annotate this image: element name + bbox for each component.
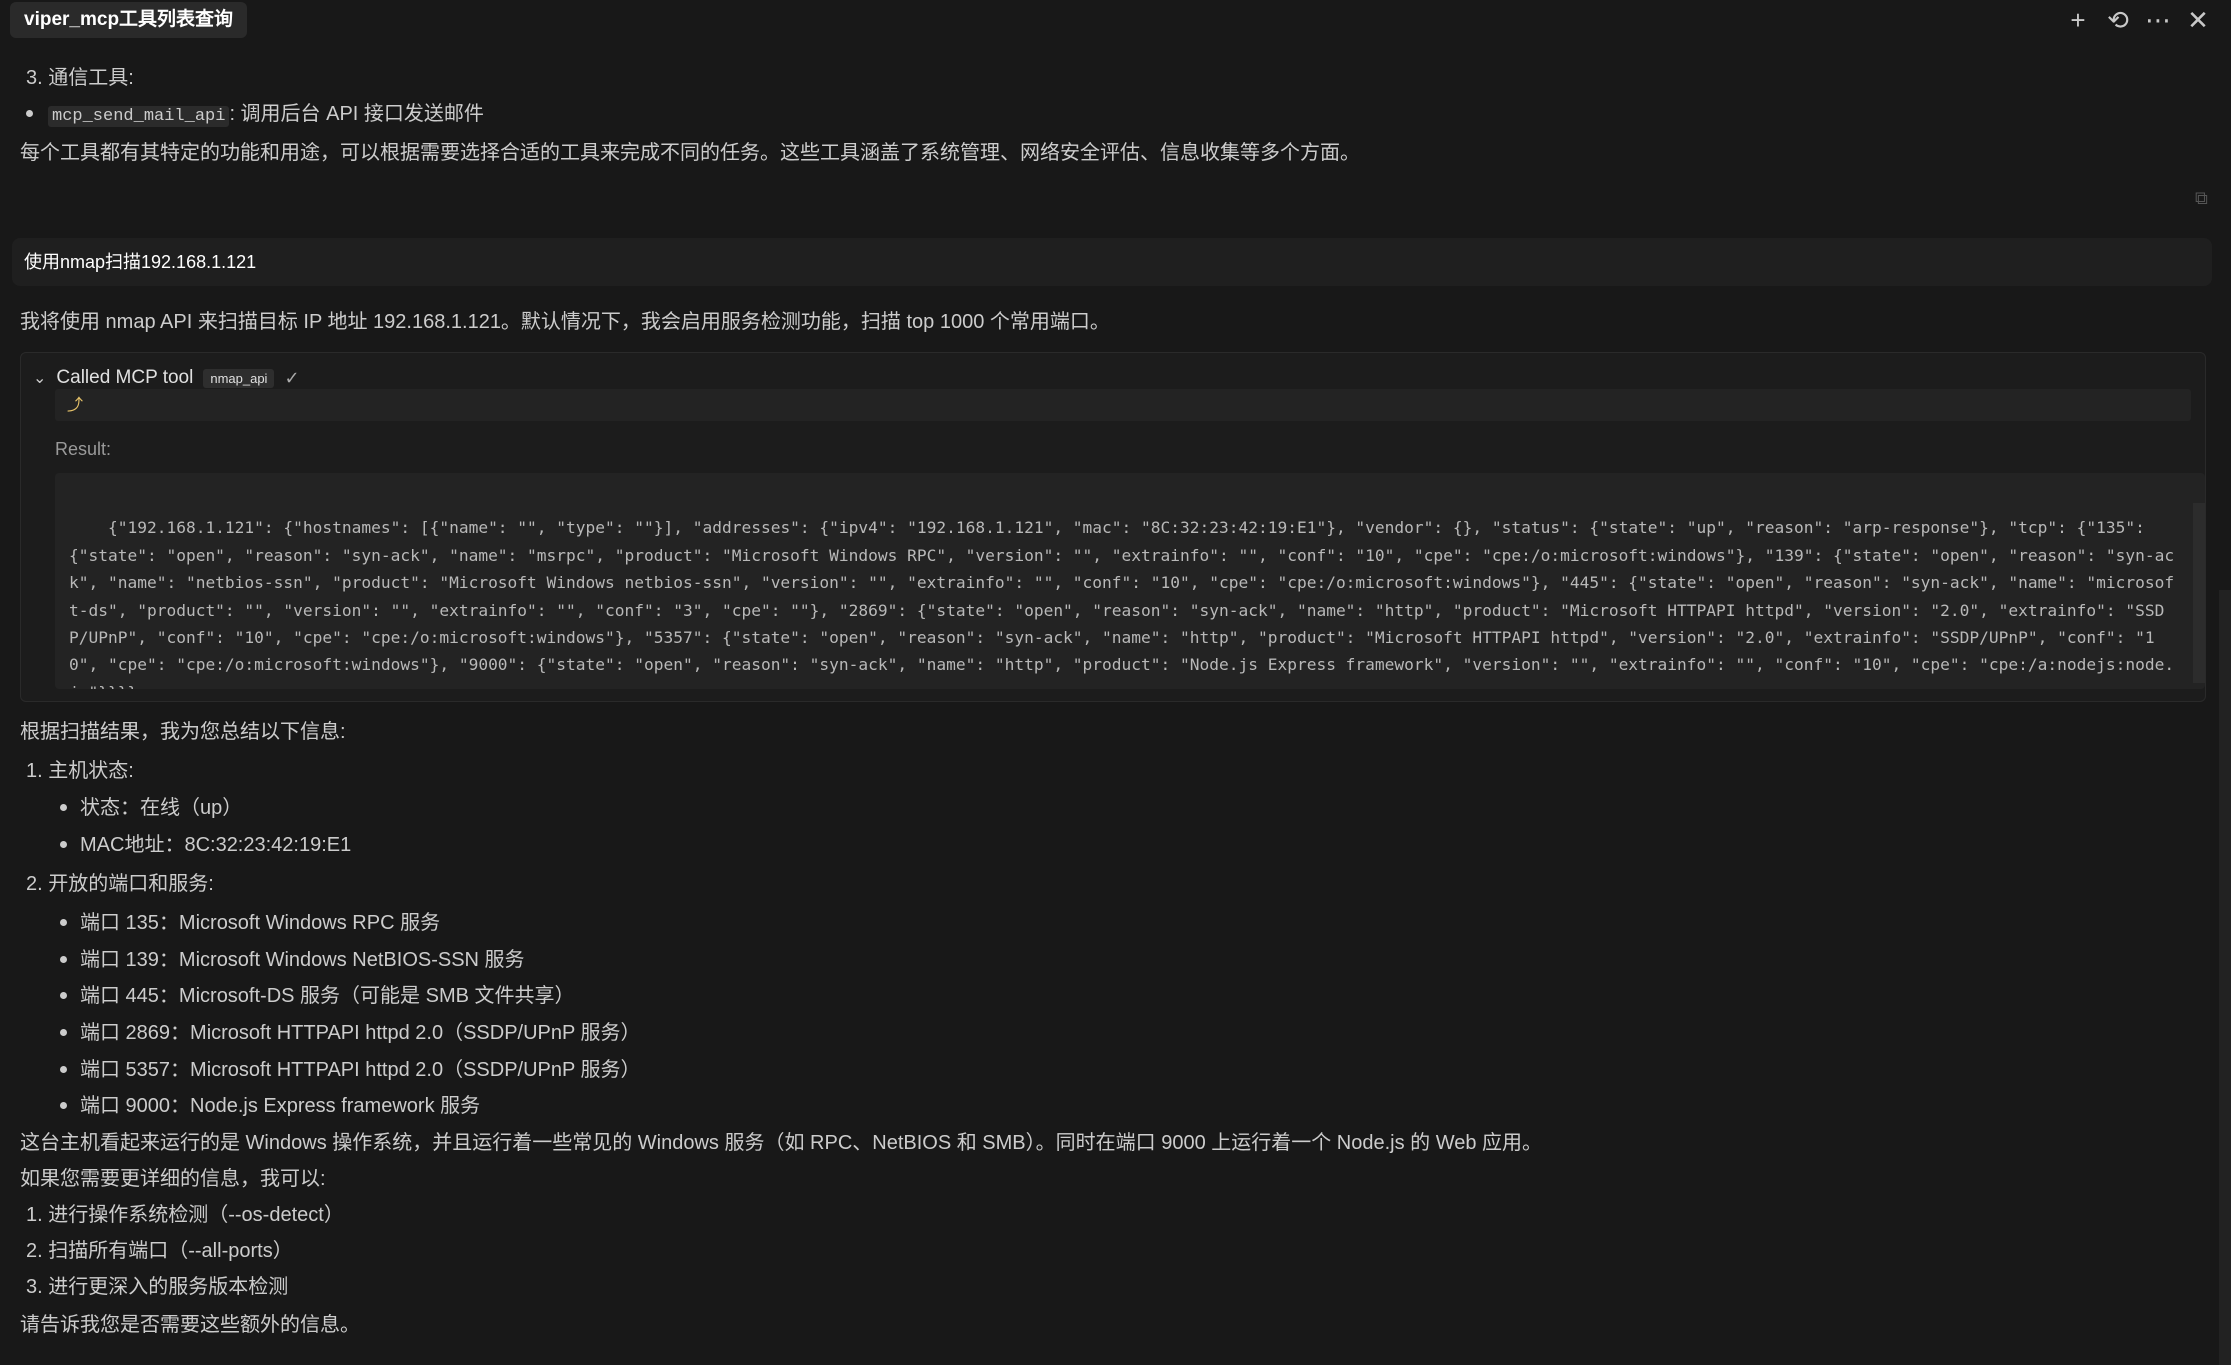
list-item: 端口 5357：Microsoft HTTPAPI httpd 2.0（SSDP…	[20, 1052, 2210, 1089]
chat-title-tab[interactable]: viper_mcp工具列表查询	[10, 2, 248, 38]
tool-call-label: Called MCP tool	[56, 367, 194, 388]
title-actions: + ⟲ ⋯ ✕	[2065, 4, 2211, 36]
user-message: 使用nmap扫描192.168.1.121	[12, 238, 2212, 286]
paragraph: 每个工具都有其特定的功能和用途，可以根据需要选择合适的工具来完成不同的任务。这些…	[20, 142, 1360, 164]
close-icon[interactable]: ✕	[2185, 4, 2211, 36]
tool-description: : 调用后台 API 接口发送邮件	[229, 103, 484, 125]
list-item: MAC地址：8C:32:23:42:19:E1	[20, 827, 2210, 864]
list-item: 端口 9000：Node.js Express framework 服务	[20, 1088, 2210, 1125]
paragraph: 如果您需要更详细的信息，我可以:	[20, 1167, 326, 1190]
list-item: 端口 135：Microsoft Windows RPC 服务	[20, 905, 2210, 942]
page-scrollbar[interactable]	[2219, 590, 2231, 1365]
paragraph: 我将使用 nmap API 来扫描目标 IP 地址 192.168.1.121。…	[20, 311, 1110, 333]
chat-content: 3. 通信工具: mcp_send_mail_api: 调用后台 API 接口发…	[20, 60, 2210, 171]
copy-icon[interactable]: ⧉	[2195, 188, 2215, 208]
title-bar: viper_mcp工具列表查询 + ⟲ ⋯ ✕	[0, 0, 2231, 40]
result-text: {"192.168.1.121": {"hostnames": [{"name"…	[69, 518, 2175, 689]
result-output: {"192.168.1.121": {"hostnames": [{"name"…	[55, 473, 2205, 689]
tool-params[interactable]: ⤴	[55, 389, 2191, 421]
list-item: 端口 139：Microsoft Windows NetBIOS-SSN 服务	[20, 942, 2210, 979]
plus-icon[interactable]: +	[2065, 4, 2091, 36]
assistant-intro-block: 我将使用 nmap API 来扫描目标 IP 地址 192.168.1.121。…	[20, 304, 2210, 340]
list-item: 端口 445：Microsoft-DS 服务（可能是 SMB 文件共享）	[20, 978, 2210, 1015]
list-item: 端口 2869：Microsoft HTTPAPI httpd 2.0（SSDP…	[20, 1015, 2210, 1052]
inline-code: mcp_send_mail_api	[48, 106, 230, 127]
more-icon[interactable]: ⋯	[2145, 4, 2171, 36]
history-icon[interactable]: ⟲	[2105, 4, 2131, 36]
list-item: 2. 开放的端口和服务:	[26, 873, 214, 896]
chevron-down-icon[interactable]: ⌄	[33, 368, 46, 388]
paragraph: 这台主机看起来运行的是 Windows 操作系统，并且运行着一些常见的 Wind…	[20, 1131, 1543, 1154]
list-item: mcp_send_mail_api: 调用后台 API 接口发送邮件	[20, 96, 2210, 135]
params-toggle-icon: ⤴	[67, 397, 84, 414]
check-icon: ✓	[284, 367, 300, 388]
result-scrollbar[interactable]	[2193, 503, 2205, 683]
result-label: Result:	[55, 439, 112, 459]
paragraph: 根据扫描结果，我为您总结以下信息:	[20, 721, 346, 743]
list-item: 2. 扫描所有端口（--all-ports）	[26, 1239, 293, 1262]
list-item: 3. 通信工具:	[26, 67, 134, 89]
paragraph: 请告诉我您是否需要这些额外的信息。	[20, 1313, 360, 1336]
assistant-summary: 根据扫描结果，我为您总结以下信息: 1. 主机状态: 状态：在线（up） MAC…	[20, 712, 2210, 1345]
tool-name-badge: nmap_api	[203, 368, 275, 388]
list-item: 状态：在线（up）	[20, 790, 2210, 827]
list-item: 3. 进行更深入的服务版本检测	[26, 1275, 289, 1298]
list-item: 1. 进行操作系统检测（--os-detect）	[26, 1203, 344, 1226]
tool-call-panel: ⌄ Called MCP tool nmap_api ✓ ⤴ Result: {…	[20, 352, 2206, 702]
list-item: 1. 主机状态:	[26, 760, 134, 782]
